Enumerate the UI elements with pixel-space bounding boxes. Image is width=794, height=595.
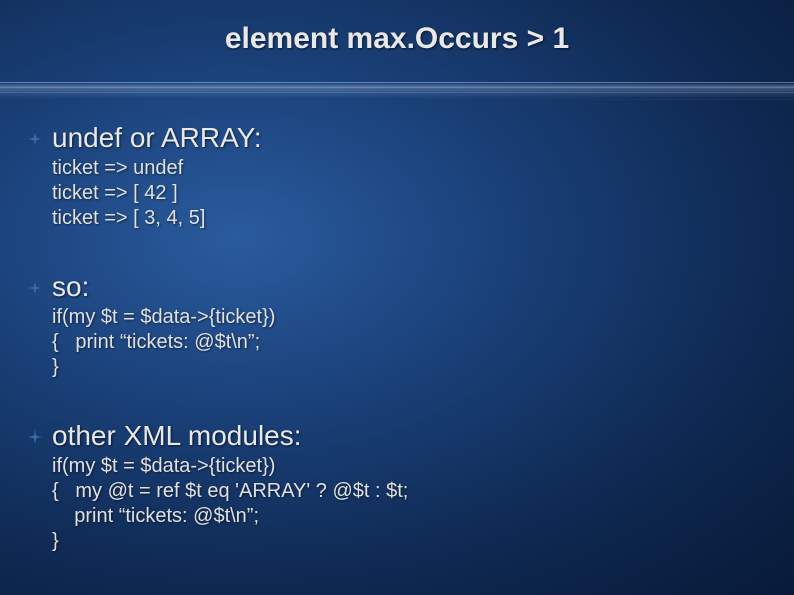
title-divider [0,82,794,100]
slide-title: element max.Occurs > 1 [0,0,794,56]
code-block: if(my $t = $data->{ticket}) { print “tic… [50,305,794,380]
section-heading: undef or ARRAY: [50,122,794,154]
star-bullet-icon [28,430,42,444]
bullet-section: so: if(my $t = $data->{ticket}) { print … [50,271,794,380]
bullet-section: undef or ARRAY: ticket => undef ticket =… [50,122,794,231]
bullet-section: other XML modules: if(my $t = $data->{ti… [50,420,794,554]
code-block: ticket => undef ticket => [ 42 ] ticket … [50,156,794,231]
slide-content: undef or ARRAY: ticket => undef ticket =… [0,100,794,554]
star-bullet-icon [28,132,42,146]
code-block: if(my $t = $data->{ticket}) { my @t = re… [50,454,794,554]
section-heading: so: [50,271,794,303]
star-bullet-icon [28,281,42,295]
section-heading: other XML modules: [50,420,794,452]
